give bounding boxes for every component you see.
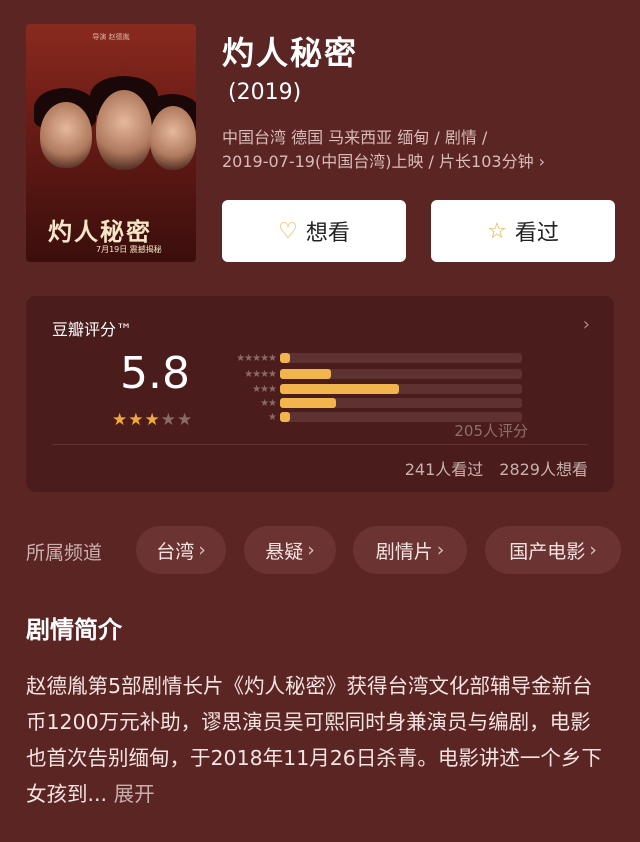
- distribution-bar: [280, 412, 290, 422]
- distribution-bar: [280, 398, 336, 408]
- poster-credits: 导演 赵德胤: [92, 33, 130, 41]
- star-icon: ★: [144, 410, 161, 430]
- movie-title: 灼人秘密: [222, 34, 359, 72]
- distribution-track: [280, 353, 522, 363]
- distribution-row: ★★★: [216, 383, 522, 395]
- star-icon: ★: [112, 410, 129, 430]
- rating-score: 5.8: [120, 348, 190, 399]
- rating-label: 豆瓣评分™: [52, 320, 133, 339]
- channel-label: 悬疑: [265, 540, 304, 563]
- star-icon: ★: [177, 410, 194, 430]
- channel-label: 国产电影: [509, 540, 586, 563]
- rating-card[interactable]: 豆瓣评分™ › 5.8 ★★★★★ ★★★★★ ★★★★ ★★★ ★★ ★ 205人评分…: [26, 296, 614, 492]
- distribution-track: [280, 369, 522, 379]
- synopsis-text: 赵德胤第5部剧情长片《灼人秘密》获得台湾文化部辅导金新台币1200万元补助，谬思…: [26, 668, 610, 812]
- channel-chip[interactable]: 国产电影 ›: [485, 526, 621, 574]
- heart-plus-icon: ♡: [278, 218, 298, 244]
- seen-count[interactable]: 241人看过: [405, 460, 484, 479]
- distribution-bar: [280, 353, 290, 363]
- movie-year: (2019): [228, 80, 302, 105]
- distribution-row: ★★: [216, 397, 522, 409]
- poster-date: 7月19日 震撼揭秘: [96, 245, 162, 254]
- distribution-stars: ★★★★: [244, 368, 277, 380]
- chevron-right-icon: ›: [198, 539, 206, 561]
- expand-link[interactable]: 展开: [114, 782, 155, 806]
- channel-label: 台湾: [156, 540, 195, 563]
- distribution-track: [280, 384, 522, 394]
- seen-label: 看过: [514, 221, 559, 246]
- channel-chip[interactable]: 剧情片 ›: [353, 526, 467, 574]
- chevron-right-icon: ›: [589, 539, 597, 561]
- want-button[interactable]: ♡ 想看: [222, 200, 406, 262]
- star-outline-icon: ☆: [487, 218, 507, 244]
- movie-poster[interactable]: 导演 赵德胤 灼人秘密 7月19日 震撼揭秘: [26, 24, 196, 262]
- distribution-bar: [280, 369, 331, 379]
- want-count[interactable]: 2829人想看: [499, 460, 588, 479]
- chevron-right-icon: ›: [307, 539, 315, 561]
- chevron-right-icon: ›: [436, 539, 445, 561]
- synopsis-body: 赵德胤第5部剧情长片《灼人秘密》获得台湾文化部辅导金新台币1200万元补助，谬思…: [26, 674, 602, 806]
- channel-label: 剧情片: [375, 540, 433, 563]
- distribution-bar: [280, 384, 399, 394]
- distribution-stars: ★★★: [252, 383, 277, 395]
- rating-stars: ★★★★★: [112, 410, 193, 430]
- seen-want-counts: 241人看过 2829人想看: [405, 456, 588, 480]
- distribution-row: ★★★★★: [216, 352, 522, 364]
- seen-button[interactable]: ☆ 看过: [431, 200, 615, 262]
- chevron-right-icon: ›: [538, 152, 546, 171]
- want-label: 想看: [305, 221, 350, 246]
- distribution-row: ★★★★: [216, 368, 522, 380]
- divider: [52, 444, 588, 445]
- meta-line-1: 中国台湾 德国 马来西亚 缅甸 / 剧情 /: [222, 128, 488, 147]
- chevron-right-icon[interactable]: ›: [583, 314, 590, 335]
- meta-line-2: 2019-07-19(中国台湾)上映 / 片长103分钟: [222, 152, 534, 171]
- channel-chip[interactable]: 悬疑 ›: [244, 526, 336, 574]
- star-icon: ★: [128, 410, 145, 430]
- rating-count: 205人评分: [454, 422, 528, 440]
- channels-label: 所属频道: [26, 542, 103, 564]
- poster-title: 灼人秘密: [48, 217, 152, 246]
- distribution-stars: ★★★★★: [236, 352, 277, 364]
- channel-chip[interactable]: 台湾 ›: [136, 526, 226, 574]
- synopsis-title: 剧情简介: [26, 616, 122, 644]
- star-icon: ★: [160, 410, 177, 430]
- distribution-stars: ★★: [260, 397, 277, 409]
- distribution-track: [280, 398, 522, 408]
- movie-meta[interactable]: 中国台湾 德国 马来西亚 缅甸 / 剧情 / 2019-07-19(中国台湾)上…: [222, 126, 545, 174]
- distribution-stars: ★: [268, 411, 277, 423]
